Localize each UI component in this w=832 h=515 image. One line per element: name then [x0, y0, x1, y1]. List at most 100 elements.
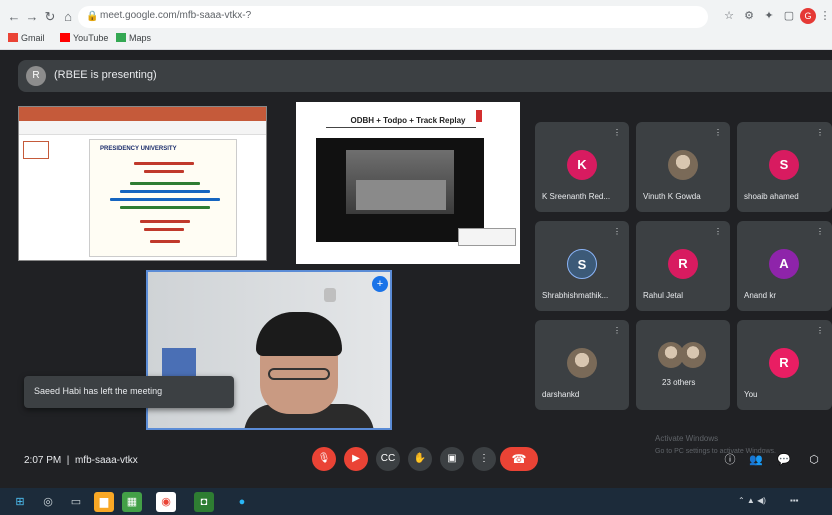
- menu-icon[interactable]: ⋮: [818, 9, 832, 23]
- meet-window: R (RBEE is presenting) PRESIDENCY UNIVER…: [0, 50, 832, 488]
- participant-photo: [668, 150, 698, 180]
- participant-tile[interactable]: ⋮ S Shrabhishmathik...: [535, 221, 629, 311]
- participant-avatar: A: [769, 249, 799, 279]
- url-text: meet.google.com/mfb-saaa-vtkx-?: [100, 10, 252, 21]
- meeting-time-code: 2:07 PM | mfb-saaa-vtkx: [24, 455, 138, 466]
- mic-icon: ⋮: [714, 227, 722, 236]
- participant-tile[interactable]: ⋮ darshankd: [535, 320, 629, 410]
- bookmark-gmail[interactable]: Gmail: [8, 33, 45, 43]
- others-count: 23 others: [662, 378, 696, 387]
- participant-name: You: [744, 390, 758, 399]
- participant-tile-self[interactable]: ⋮ R You: [737, 320, 832, 410]
- more-options-button[interactable]: ⋮: [472, 447, 496, 471]
- activate-windows-title: Activate Windows: [655, 434, 719, 443]
- file-explorer-icon[interactable]: ▆: [94, 492, 114, 512]
- slide-caption-box: [458, 228, 516, 246]
- gmail-icon: [8, 33, 18, 42]
- app-icon[interactable]: ◘: [194, 492, 214, 512]
- tab-icon[interactable]: ▢: [782, 9, 796, 23]
- windows-taskbar: ⊞ ◎ ▭ ▆ ▦ ◉ ◘ ● ⌃ ▲ ◀) ▪▪▪: [0, 488, 832, 515]
- participant-name: Shrabhishmathik...: [542, 291, 609, 300]
- meeting-code: mfb-saaa-vtkx: [74, 455, 138, 466]
- slide-text-line: [110, 198, 220, 201]
- participant-avatar: R: [668, 249, 698, 279]
- people-icon[interactable]: 👥: [748, 452, 764, 468]
- chat-icon[interactable]: 💬: [776, 452, 792, 468]
- store-icon[interactable]: ▦: [122, 492, 142, 512]
- participant-avatar: S: [769, 150, 799, 180]
- profile-avatar[interactable]: G: [800, 8, 816, 24]
- notification-toast: Saeed Habi has left the meeting: [24, 376, 234, 408]
- tray-clock[interactable]: ▪▪▪: [790, 496, 799, 505]
- camera-lamp: [324, 288, 336, 302]
- lock-icon: 🔒: [86, 11, 99, 22]
- shared-screen-slide[interactable]: ODBH + Todpo + Track Replay: [296, 102, 520, 264]
- title-underline: [326, 127, 476, 128]
- participant-tile-others[interactable]: 23 others: [636, 320, 730, 410]
- home-icon[interactable]: ⌂: [60, 9, 76, 25]
- slide-text-line: [150, 240, 180, 243]
- slide-text-line: [144, 228, 184, 231]
- participant-name: K Sreenanth Red...: [542, 192, 611, 201]
- address-bar[interactable]: 🔒 meet.google.com/mfb-saaa-vtkx-?: [78, 6, 708, 28]
- shared-screen-powerpoint[interactable]: PRESIDENCY UNIVERSITY: [18, 106, 267, 261]
- participant-name: shoaib ahamed: [744, 192, 799, 201]
- bookmarks-bar: Gmail YouTube Maps: [0, 30, 832, 48]
- captions-button[interactable]: CC: [376, 447, 400, 471]
- system-tray-icons[interactable]: ⌃ ▲ ◀): [738, 496, 766, 505]
- participant-tile[interactable]: ⋮ K K Sreenanth Red...: [535, 122, 629, 212]
- forward-icon[interactable]: →: [24, 9, 40, 25]
- start-icon[interactable]: ⊞: [10, 492, 30, 512]
- video-frame: [316, 138, 484, 242]
- camera-person-glasses: [268, 368, 330, 380]
- slide-text-line: [140, 220, 190, 223]
- bookmark-star-icon[interactable]: ☆: [722, 9, 736, 23]
- presenter-avatar: R: [26, 66, 46, 86]
- bookmark-maps[interactable]: Maps: [116, 33, 151, 43]
- participant-tile[interactable]: ⋮ S shoaib ahamed: [737, 122, 832, 212]
- slide-text-line: [134, 162, 194, 165]
- task-view-icon[interactable]: ▭: [66, 492, 86, 512]
- mic-icon: ⋮: [613, 128, 621, 137]
- mic-icon: ⋮: [613, 326, 621, 335]
- puzzle-icon[interactable]: ✦: [762, 9, 776, 23]
- youtube-icon: [60, 33, 70, 42]
- reload-icon[interactable]: ↻: [42, 9, 58, 25]
- end-call-button[interactable]: ☎: [500, 447, 538, 471]
- mic-icon: ⋮: [613, 227, 621, 236]
- participant-tile[interactable]: ⋮ R Rahul Jetal: [636, 221, 730, 311]
- info-icon[interactable]: ⓘ: [722, 452, 738, 468]
- bookmark-youtube[interactable]: YouTube: [60, 33, 108, 43]
- participant-tile[interactable]: ⋮ A Anand kr: [737, 221, 832, 311]
- clock-time: 2:07 PM: [24, 455, 62, 466]
- participant-tile[interactable]: ⋮ Vinuth K Gowda: [636, 122, 730, 212]
- raise-hand-button[interactable]: ✋: [408, 447, 432, 471]
- toast-text: Saeed Habi has left the meeting: [34, 386, 163, 396]
- slide-page: PRESIDENCY UNIVERSITY: [89, 139, 237, 257]
- slide-text-line: [144, 170, 184, 173]
- mic-icon: ⋮: [816, 128, 824, 137]
- mic-icon: ⋮: [714, 128, 722, 137]
- slide-text-line: [130, 182, 200, 185]
- camera-off-button[interactable]: ▶: [344, 447, 368, 471]
- slide-thumbnail: [23, 141, 49, 159]
- participant-name: Rahul Jetal: [643, 291, 684, 300]
- browser-toolbar: ← → ↻ ⌂ 🔒 meet.google.com/mfb-saaa-vtkx-…: [0, 0, 832, 50]
- back-icon[interactable]: ←: [6, 9, 22, 25]
- edge-icon[interactable]: ●: [232, 492, 252, 512]
- mic-off-button[interactable]: 🎙: [312, 447, 336, 471]
- participant-avatar: R: [769, 348, 799, 378]
- search-icon[interactable]: ◎: [38, 492, 58, 512]
- extension-icon[interactable]: ⚙: [742, 9, 756, 23]
- participant-name: Vinuth K Gowda: [643, 192, 701, 201]
- chrome-icon[interactable]: ◉: [156, 492, 176, 512]
- present-button[interactable]: ▣: [440, 447, 464, 471]
- participant-photo: [680, 342, 706, 368]
- slide-text-line: [120, 190, 210, 193]
- ppt-ribbon: [19, 107, 266, 121]
- slide-text-line: [120, 206, 210, 209]
- participant-avatar: K: [567, 150, 597, 180]
- activities-icon[interactable]: ⬡: [806, 452, 822, 468]
- video-scene: [356, 180, 446, 210]
- pin-icon[interactable]: +: [372, 276, 388, 292]
